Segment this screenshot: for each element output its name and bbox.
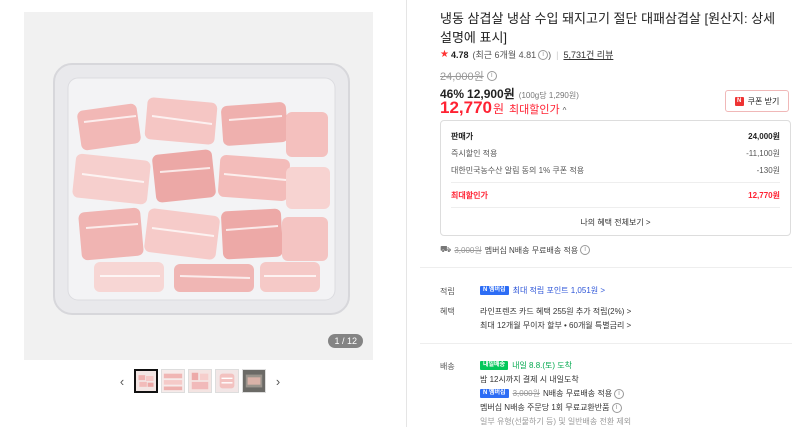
info-icon[interactable]: i bbox=[614, 388, 625, 399]
benefits-label: 혜택 bbox=[440, 307, 455, 316]
thumbnail-4[interactable] bbox=[215, 369, 239, 393]
breakdown-row-label: 즉시할인 적용 bbox=[451, 149, 498, 158]
installment-link[interactable]: 최대 12개월 무이자 할부 • 60개월 특별금리 > bbox=[480, 320, 631, 331]
price-breakdown-box: 판매가 24,000원 즉시할인 적용 -11,100원 대한민국농수산 알림 … bbox=[440, 120, 791, 236]
coupon-button[interactable]: N 쿠폰 받기 bbox=[725, 90, 789, 112]
breakdown-best-value: 12,770원 bbox=[748, 191, 780, 200]
shipping-summary: ⛟ 3,000원 멤버십 N배송 무료배송 적용 i bbox=[440, 244, 591, 256]
membership-badge-text: 멤버십 bbox=[489, 287, 506, 293]
info-icon[interactable]: i bbox=[580, 245, 591, 255]
delivery-label: 배송 bbox=[440, 362, 455, 371]
breakdown-divider bbox=[451, 207, 780, 208]
breakdown-row-label: 대한민국농수산 알림 동의 1% 쿠폰 적용 bbox=[451, 166, 585, 175]
coupon-label: 쿠폰 받기 bbox=[747, 96, 780, 106]
membership-badge: N 멤버십 bbox=[480, 389, 509, 398]
delivery-exclusion: 일부 유형(선물하기 등) 및 일반배송 전환 제외 bbox=[480, 417, 632, 426]
delivery-arrival-row[interactable]: 내일배송 내일 8.8.(토) 도착 bbox=[480, 360, 572, 371]
best-price-won: 원 bbox=[493, 102, 505, 116]
product-photo bbox=[24, 12, 373, 360]
delivery-cutoff: 밤 12시까지 결제 시 내일도착 bbox=[480, 375, 579, 384]
breakdown-row: 즉시할인 적용 -11,100원 bbox=[451, 148, 780, 159]
section-divider bbox=[420, 267, 792, 268]
star-icon: ★ bbox=[440, 49, 449, 60]
thumbnail-strip: ‹ › bbox=[113, 369, 287, 393]
delivery-orig-fee: 3,000원 bbox=[512, 389, 540, 398]
chevron-left-icon[interactable]: ‹ bbox=[113, 369, 131, 393]
info-icon[interactable]: i bbox=[486, 71, 497, 81]
breakdown-row-value: -11,100원 bbox=[746, 149, 780, 158]
view-all-benefits-link[interactable]: 나의 혜택 전체보기 > bbox=[441, 217, 790, 228]
delivery-return-text: 멤버십 N배송 주문당 1회 무료교환반품 bbox=[480, 403, 610, 412]
thumbnail-3[interactable] bbox=[188, 369, 212, 393]
breakdown-row-value: -130원 bbox=[756, 166, 780, 175]
delivery-free-row: N 멤버십 3,000원 N배송 무료배송 적용 i bbox=[480, 388, 625, 399]
breakdown-divider bbox=[451, 182, 780, 183]
info-icon[interactable]: i bbox=[538, 49, 549, 60]
rating-recent-close: ) bbox=[548, 49, 552, 60]
product-image-gallery[interactable]: 1 / 12 bbox=[24, 12, 373, 360]
column-divider bbox=[406, 0, 407, 427]
points-row[interactable]: N 멤버십 최대 적립 포인트 1,051원 > bbox=[480, 285, 605, 296]
breakdown-head-value: 24,000원 bbox=[748, 132, 780, 141]
max-points-link[interactable]: 최대 적립 포인트 1,051원 > bbox=[513, 285, 605, 296]
best-price-label: 최대할인가 bbox=[509, 104, 560, 116]
delivery-return-row: 멤버십 N배송 주문당 1회 무료교환반품 i bbox=[480, 402, 622, 413]
product-title: 냉동 삼겹살 냉삼 수입 돼지고기 절단 대패삼겹살 [원산지: 상세설명에 표… bbox=[440, 11, 776, 45]
tomorrow-delivery-badge: 내일배송 bbox=[480, 361, 509, 370]
breakdown-head: 판매가 24,000원 bbox=[451, 131, 780, 142]
truck-icon: ⛟ bbox=[440, 244, 452, 254]
delivery-free-text: N배송 무료배송 적용 bbox=[542, 389, 613, 398]
breakdown-head-label: 판매가 bbox=[451, 132, 474, 141]
membership-badge-n: N bbox=[483, 287, 488, 293]
thumbnail-2[interactable] bbox=[161, 369, 185, 393]
best-price-row[interactable]: 12,770 원 최대할인가 ^ bbox=[440, 98, 566, 118]
shipping-orig-fee: 3,000원 bbox=[454, 245, 482, 255]
rating-score: 4.78 bbox=[450, 49, 469, 60]
thumbnail-1[interactable] bbox=[134, 369, 158, 393]
info-icon[interactable]: i bbox=[611, 402, 622, 413]
shipping-text: 멤버십 N배송 무료배송 적용 bbox=[484, 245, 579, 255]
image-counter: 1 / 12 bbox=[328, 334, 363, 348]
membership-badge-n: N bbox=[483, 390, 488, 396]
membership-badge-text: 멤버십 bbox=[489, 390, 506, 396]
best-price: 12,770 bbox=[440, 98, 492, 117]
review-count-link[interactable]: 5,731건 리뷰 bbox=[563, 48, 613, 61]
chevron-right-icon[interactable]: › bbox=[269, 369, 287, 393]
chevron-up-icon[interactable]: ^ bbox=[563, 106, 567, 115]
breakdown-best-label: 최대할인가 bbox=[451, 191, 488, 200]
delivery-arrival: 내일 8.8.(토) 도착 bbox=[512, 361, 573, 370]
breakdown-best: 최대할인가 12,770원 bbox=[451, 190, 780, 201]
original-price-value: 24,000원 bbox=[440, 71, 484, 83]
divider: | bbox=[556, 49, 559, 60]
section-divider bbox=[420, 343, 792, 344]
thumbnail-5[interactable] bbox=[242, 369, 266, 393]
benefit-card-link[interactable]: 라인프렌즈 카드 혜택 255원 추가 적립(2%) > bbox=[480, 306, 631, 317]
original-price: 24,000원 i bbox=[440, 68, 497, 84]
naver-n-icon: N bbox=[734, 96, 744, 106]
breakdown-row: 대한민국농수산 알림 동의 1% 쿠폰 적용 -130원 bbox=[451, 165, 780, 176]
rating-recent: (최근 6개월 4.81 bbox=[472, 50, 537, 60]
membership-badge: N 멤버십 bbox=[480, 286, 509, 295]
rating-summary: ★ 4.78 (최근 6개월 4.81 i ) | 5,731건 리뷰 bbox=[440, 48, 613, 61]
points-label: 적립 bbox=[440, 287, 455, 296]
